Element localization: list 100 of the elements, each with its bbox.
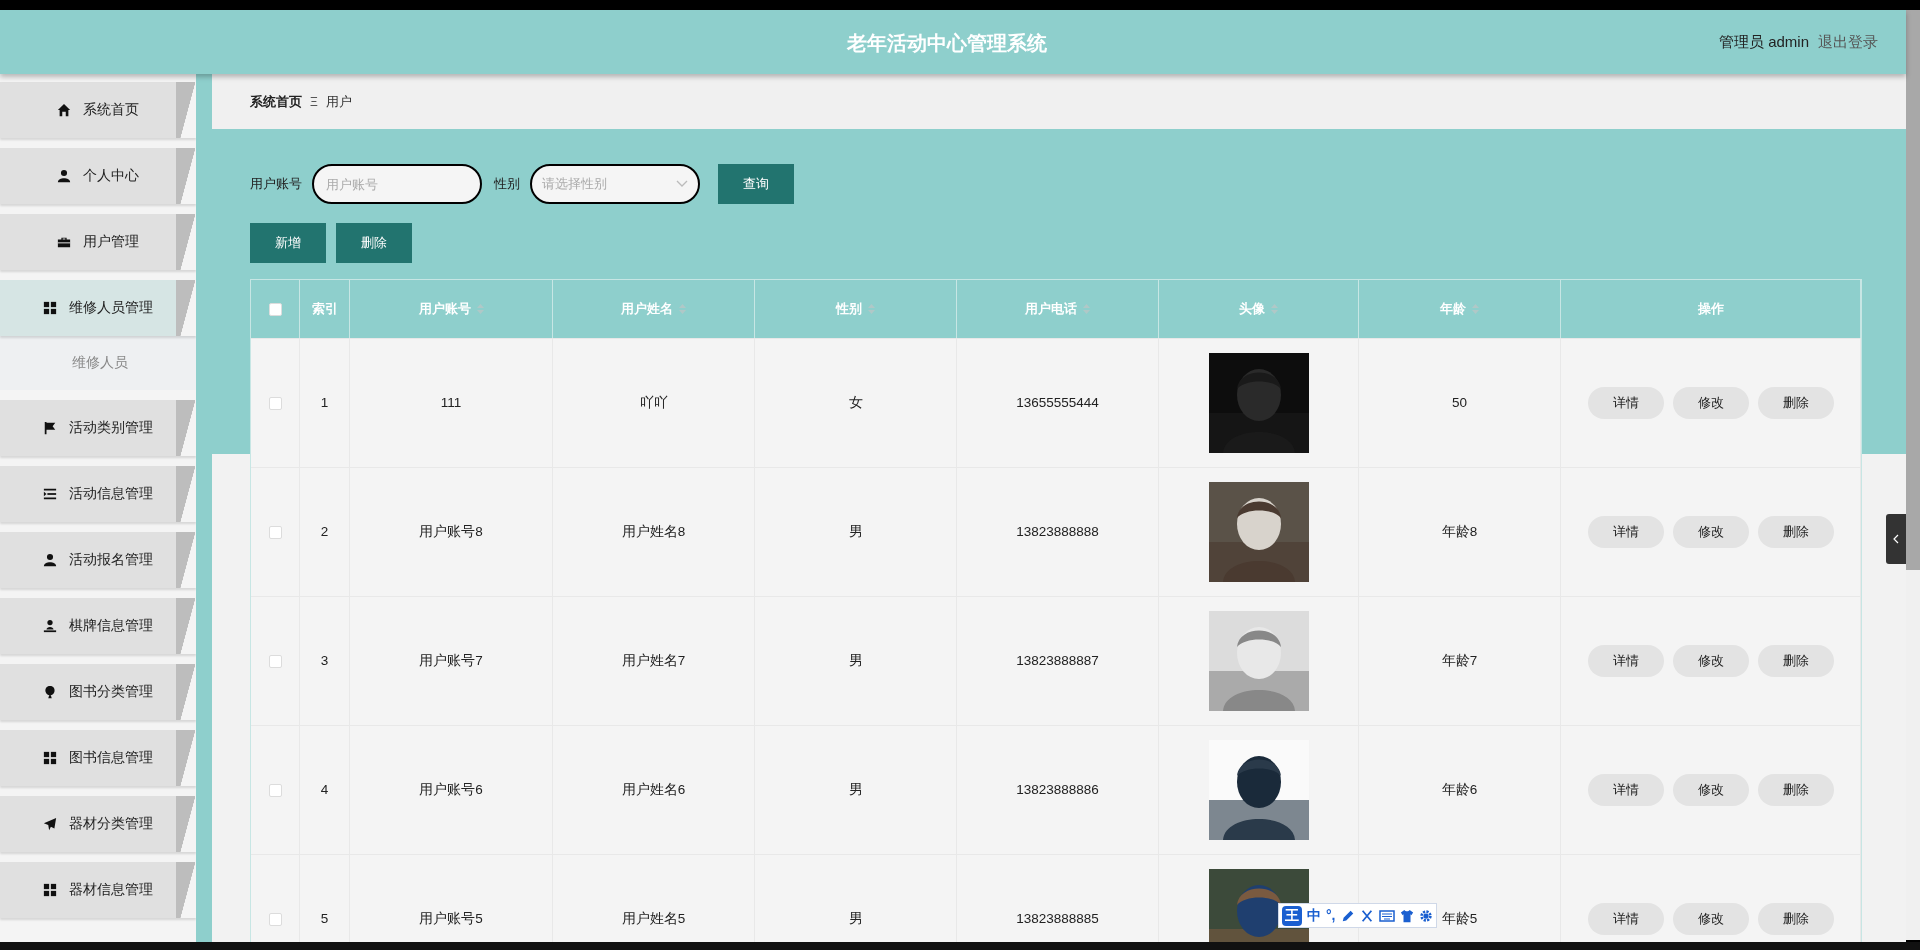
breadcrumb-current: 用户	[325, 92, 352, 111]
sort-icon[interactable]	[868, 303, 875, 315]
sidebar-item[interactable]: 图书分类管理	[0, 664, 196, 720]
table-cell-text: 1	[320, 393, 329, 412]
sort-icon[interactable]	[679, 303, 686, 315]
delete-button[interactable]: 删除	[336, 223, 412, 263]
home-icon	[57, 103, 71, 117]
table-cell-text: 13823888887	[1016, 651, 1099, 670]
table-cell-text: 111	[440, 393, 462, 412]
slanted-edge	[176, 214, 196, 270]
table-cell-text: 3	[320, 651, 329, 670]
sidebar-item[interactable]: 器材分类管理	[0, 796, 196, 852]
slanted-edge	[176, 796, 196, 852]
row-checkbox[interactable]	[268, 396, 282, 410]
sidebar-item[interactable]: 图书信息管理	[0, 730, 196, 786]
keyboard-icon[interactable]	[1378, 909, 1395, 922]
edit-button[interactable]: 修改	[1672, 774, 1749, 806]
sidebar-item[interactable]: 用户管理	[0, 214, 196, 270]
table-cell-text: 13655555444	[1016, 393, 1099, 412]
breadcrumb-link[interactable]: 系统首页	[250, 91, 302, 112]
table-cell-text: 男	[848, 651, 863, 670]
list-icon	[43, 487, 57, 501]
ime-toolbar-item[interactable]: °,	[1326, 905, 1336, 926]
table-cell-text: 年龄6	[1441, 780, 1478, 799]
breadcrumb-separator: Ξ	[310, 93, 318, 111]
person-stamp-icon	[43, 619, 57, 633]
delete-button[interactable]: 删除	[1757, 645, 1834, 677]
person-icon	[57, 169, 71, 183]
delete-button[interactable]: 删除	[1757, 774, 1834, 806]
detail-button[interactable]: 详情	[1587, 903, 1664, 935]
collapse-tab[interactable]	[1886, 514, 1906, 564]
detail-button[interactable]: 详情	[1587, 645, 1664, 677]
sidebar-item[interactable]: 维修人员管理	[0, 280, 196, 336]
sidebar-item[interactable]: 活动信息管理	[0, 466, 196, 522]
delete-button[interactable]: 删除	[1757, 516, 1834, 548]
table-cell-text: 用户姓名5	[621, 909, 686, 928]
gear-icon[interactable]	[1418, 908, 1433, 923]
chevron-left-icon	[1893, 534, 1899, 544]
person-icon	[43, 553, 57, 567]
chevron-down-icon	[676, 180, 688, 188]
row-checkbox[interactable]	[268, 525, 282, 539]
user-label: 管理员 admin	[1718, 31, 1809, 52]
sidebar-item[interactable]: 系统首页	[0, 82, 196, 138]
table-cell-text: 用户账号5	[419, 909, 483, 928]
scrollbar[interactable]	[1906, 10, 1920, 940]
select-all-checkbox[interactable]	[268, 302, 282, 316]
table-cell-text: 用户姓名8	[621, 522, 686, 541]
detail-button[interactable]: 详情	[1587, 516, 1664, 548]
query-button[interactable]: 查询	[718, 164, 794, 204]
table-cell-text: 13823888885	[1016, 909, 1099, 928]
shirt-icon[interactable]	[1399, 908, 1414, 923]
slanted-edge	[176, 664, 196, 720]
slanted-edge	[176, 400, 196, 456]
row-checkbox[interactable]	[268, 783, 282, 797]
table-cell-text: 用户姓名7	[621, 651, 686, 670]
slanted-edge	[176, 280, 196, 336]
table-cell-text: 13823888886	[1016, 780, 1099, 799]
edit-button[interactable]: 修改	[1672, 387, 1749, 419]
row-checkbox[interactable]	[268, 912, 282, 926]
slanted-edge	[176, 532, 196, 588]
edit-button[interactable]: 修改	[1672, 903, 1749, 935]
ime-toolbar-item[interactable]: 中	[1307, 905, 1321, 926]
edit-button[interactable]: 修改	[1672, 516, 1749, 548]
account-input[interactable]: 用户账号	[312, 164, 482, 204]
logout-link[interactable]: 退出登录	[1818, 30, 1878, 54]
detail-button[interactable]: 详情	[1587, 774, 1664, 806]
sidebar-item[interactable]: 器材信息管理	[0, 862, 196, 918]
table-cell-text: 年龄5	[1441, 909, 1478, 928]
pen-icon[interactable]	[1340, 908, 1355, 923]
sidebar-item[interactable]: 活动类别管理	[0, 400, 196, 456]
edit-button[interactable]: 修改	[1672, 645, 1749, 677]
app-title: 老年活动中心管理系统	[847, 31, 1047, 56]
table-cell-text: 用户姓名6	[621, 780, 686, 799]
sidebar-item[interactable]: 个人中心	[0, 148, 196, 204]
table-cell-text: 50	[1452, 393, 1467, 412]
scissors-icon[interactable]	[1359, 908, 1374, 923]
ime-toolbar-item[interactable]: 王	[1282, 905, 1302, 926]
sort-icon[interactable]	[1472, 303, 1479, 315]
grid-icon	[43, 301, 57, 315]
table-cell-text: 男	[848, 909, 863, 928]
table-cell-text: 2	[320, 522, 329, 541]
table-cell-text: 用户账号7	[419, 651, 483, 670]
table-cell-text: 年龄7	[1441, 651, 1478, 670]
sidebar-item[interactable]: 棋牌信息管理	[0, 598, 196, 654]
detail-button[interactable]: 详情	[1587, 387, 1664, 419]
add-button[interactable]: 新增	[250, 223, 326, 263]
table-cell-text: 男	[848, 522, 863, 541]
delete-button[interactable]: 删除	[1757, 903, 1834, 935]
paper-plane-icon	[43, 817, 57, 831]
table-cell-text: 用户账号6	[419, 780, 483, 799]
grid-icon	[43, 883, 57, 897]
sort-icon[interactable]	[476, 303, 484, 315]
delete-button[interactable]: 删除	[1757, 387, 1834, 419]
sort-icon[interactable]	[1271, 303, 1278, 315]
slanted-edge	[176, 466, 196, 522]
sort-icon[interactable]	[1083, 303, 1090, 315]
row-checkbox[interactable]	[268, 654, 282, 668]
field-label: 用户账号	[250, 175, 302, 194]
sidebar-item[interactable]: 活动报名管理	[0, 532, 196, 588]
table-cell-text: 男	[848, 780, 863, 799]
